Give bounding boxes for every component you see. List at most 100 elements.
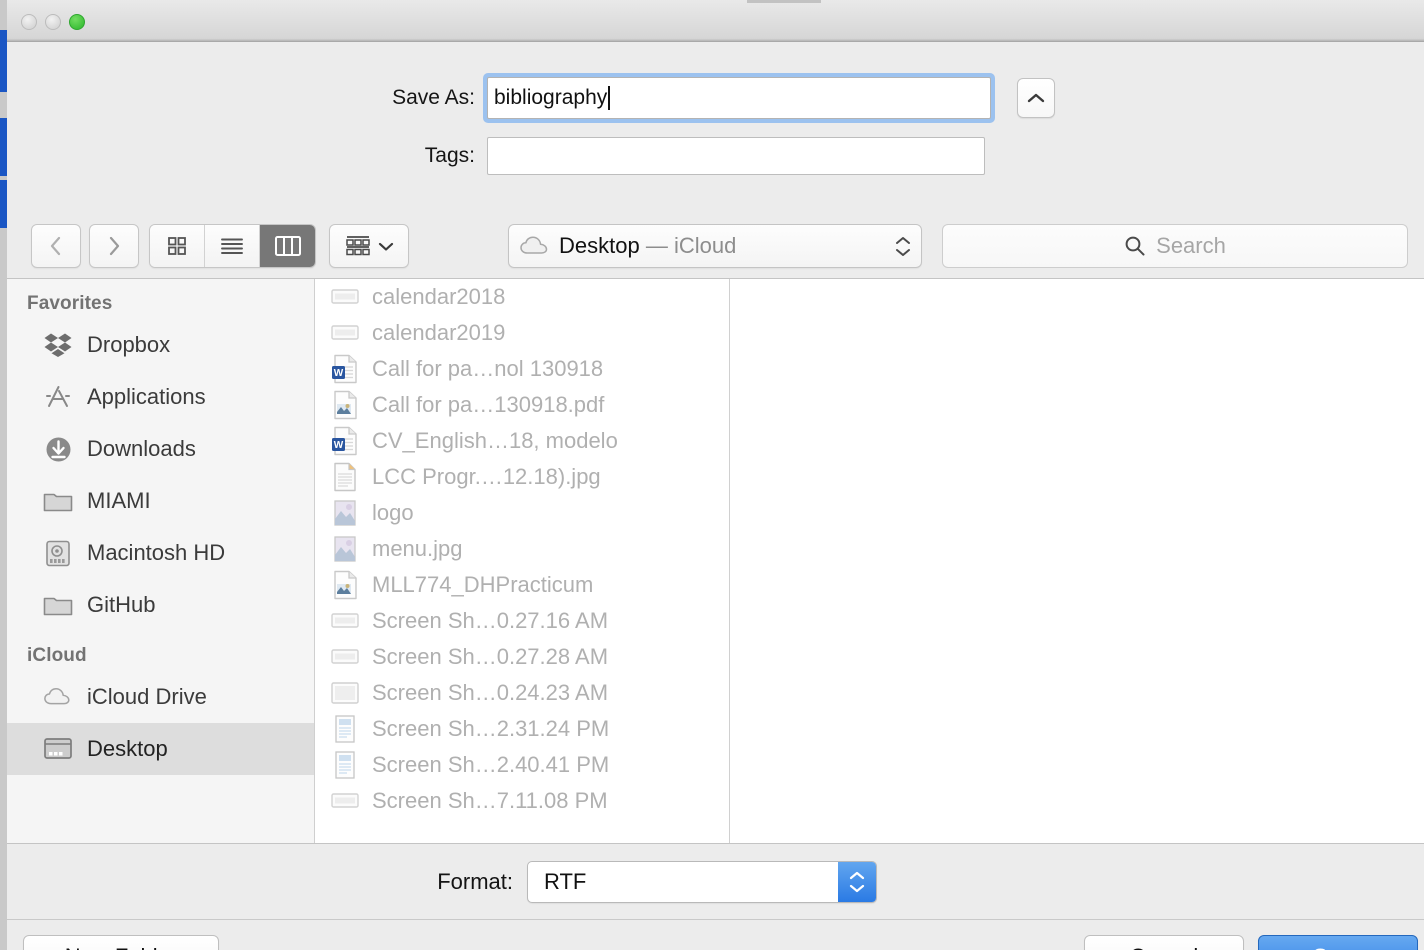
format-label: Format: <box>437 868 513 894</box>
save-button[interactable]: Save <box>1258 935 1418 950</box>
file-item-label: CV_English…18, modelo <box>372 428 618 453</box>
background-selection-artifact <box>0 30 7 92</box>
file-browser: Favorites Dropbox Applications Downloads… <box>7 278 1424 844</box>
stepper-icon <box>838 861 876 902</box>
sidebar-item-label: Downloads <box>87 436 196 461</box>
sidebar-item-label: GitHub <box>87 592 156 617</box>
file-list-item[interactable]: W CV_English…18, modelo <box>316 423 729 459</box>
harddisk-icon <box>43 539 73 567</box>
group-by-button[interactable] <box>329 224 409 268</box>
list-view-button[interactable] <box>205 225 260 267</box>
close-button[interactable] <box>21 14 37 30</box>
save-dialog-window: Save As: bibliography Tags: Desktop — iC… <box>0 0 1424 950</box>
text-caret <box>608 86 610 110</box>
preview-box-icon <box>330 678 360 708</box>
sidebar-item-downloads[interactable]: Downloads <box>7 423 314 475</box>
background-selection-artifact <box>0 180 7 228</box>
sidebar-item-label: Macintosh HD <box>87 540 226 565</box>
file-list-item[interactable]: LCC Progr.…12.18).jpg <box>316 459 729 495</box>
navigation-buttons <box>31 224 139 268</box>
path-separator: — <box>639 233 674 258</box>
sidebar-item-desktop[interactable]: Desktop <box>7 723 314 775</box>
preview-wide-icon <box>330 282 360 312</box>
path-secondary: iCloud <box>673 233 737 258</box>
zoom-button[interactable] <box>69 14 85 30</box>
background-selection-artifact <box>0 118 7 176</box>
column-view-button[interactable] <box>260 225 315 267</box>
title-bar-notch <box>747 0 821 3</box>
chevron-up-icon <box>1027 93 1045 103</box>
chevron-down-icon <box>378 242 393 251</box>
file-list-item[interactable]: Screen Sh…0.27.16 AM <box>316 603 729 639</box>
sidebar-item-applications[interactable]: Applications <box>7 371 314 423</box>
file-item-label: Screen Sh…0.27.28 AM <box>372 644 609 669</box>
file-list-item[interactable]: Screen Sh…0.24.23 AM <box>316 675 729 711</box>
grid-icon <box>168 237 186 255</box>
sidebar-section-header-favorites: Favorites <box>27 293 113 314</box>
file-list-item[interactable]: Screen Sh…7.11.08 PM <box>316 783 729 819</box>
file-list-item[interactable]: logo <box>316 495 729 531</box>
screenshot-doc-icon <box>330 750 360 780</box>
file-list-item[interactable]: Screen Sh…0.27.28 AM <box>316 639 729 675</box>
file-item-label: logo <box>372 500 414 525</box>
file-list-item[interactable]: MLL774_DHPracticum <box>316 567 729 603</box>
preview-wide-icon <box>330 606 360 636</box>
search-field[interactable]: Search <box>942 224 1408 268</box>
file-list-column[interactable]: calendar2018 calendar2019 W Call for pa…nol… <box>316 279 730 843</box>
format-value: RTF <box>544 868 587 894</box>
sidebar: Favorites Dropbox Applications Downloads… <box>7 279 315 843</box>
sidebar-item-macintosh-hd[interactable]: Macintosh HD <box>7 527 314 579</box>
view-mode-segmented-control <box>149 224 316 268</box>
format-popup-button[interactable]: RTF <box>527 860 877 903</box>
browser-toolbar: Desktop — iCloud Search <box>7 216 1424 278</box>
file-list-item[interactable]: menu.jpg <box>316 531 729 567</box>
file-item-label: calendar2019 <box>372 320 506 345</box>
format-row: Format: RTF <box>7 844 1424 920</box>
image-thumb-icon <box>330 498 360 528</box>
minimize-button[interactable] <box>45 14 61 30</box>
file-item-label: Screen Sh…0.24.23 AM <box>372 680 609 705</box>
forward-button[interactable] <box>89 224 139 268</box>
sidebar-item-label: Applications <box>87 384 206 409</box>
expand-browser-button[interactable] <box>1017 78 1055 118</box>
cloud-icon <box>43 683 73 711</box>
columns-icon <box>274 236 301 256</box>
file-item-label: menu.jpg <box>372 536 463 561</box>
file-item-label: calendar2018 <box>372 284 506 309</box>
search-placeholder: Search <box>1156 233 1226 258</box>
sidebar-item-dropbox[interactable]: Dropbox <box>7 319 314 371</box>
sidebar-item-miami[interactable]: MIAMI <box>7 475 314 527</box>
file-list-item[interactable]: Screen Sh…2.31.24 PM <box>316 711 729 747</box>
file-name-input[interactable]: bibliography <box>487 77 991 119</box>
path-popup-label: Desktop — iCloud <box>559 233 736 259</box>
group-icon <box>345 236 370 256</box>
file-list-item[interactable]: calendar2019 <box>316 315 729 351</box>
file-list-item[interactable]: W Call for pa…nol 130918 <box>316 351 729 387</box>
save-as-row: Save As: bibliography <box>7 73 1057 123</box>
dialog-button-bar: New Folder Cancel Save <box>7 921 1424 950</box>
list-icon <box>221 238 243 254</box>
path-popup-button[interactable]: Desktop — iCloud <box>508 224 922 268</box>
file-list-item[interactable]: Screen Sh…2.40.41 PM <box>316 747 729 783</box>
svg-text:W: W <box>334 440 344 451</box>
screenshot-doc-icon <box>330 714 360 744</box>
file-item-label: Screen Sh…0.27.16 AM <box>372 608 609 633</box>
file-name-field-wrapper: bibliography <box>483 73 995 123</box>
icon-view-button[interactable] <box>150 225 205 267</box>
sidebar-item-github[interactable]: GitHub <box>7 579 314 631</box>
save-sheet: Save As: bibliography Tags: Desktop — iC… <box>7 42 1424 950</box>
path-primary: Desktop <box>559 233 640 258</box>
cancel-button[interactable]: Cancel <box>1084 935 1244 950</box>
tags-input[interactable] <box>487 137 985 175</box>
back-button[interactable] <box>31 224 81 268</box>
file-list-item[interactable]: Call for pa…130918.pdf <box>316 387 729 423</box>
file-item-label: Screen Sh…7.11.08 PM <box>372 788 608 813</box>
file-list-item[interactable]: calendar2018 <box>316 279 729 315</box>
file-item-label: Call for pa…nol 130918 <box>372 356 604 381</box>
sidebar-item-label: MIAMI <box>87 488 151 513</box>
new-folder-button[interactable]: New Folder <box>23 935 219 950</box>
sidebar-item-icloud-drive[interactable]: iCloud Drive <box>7 671 314 723</box>
file-item-label: Screen Sh…2.31.24 PM <box>372 716 610 741</box>
word-doc-icon: W <box>330 426 360 456</box>
folder-icon <box>43 487 73 515</box>
